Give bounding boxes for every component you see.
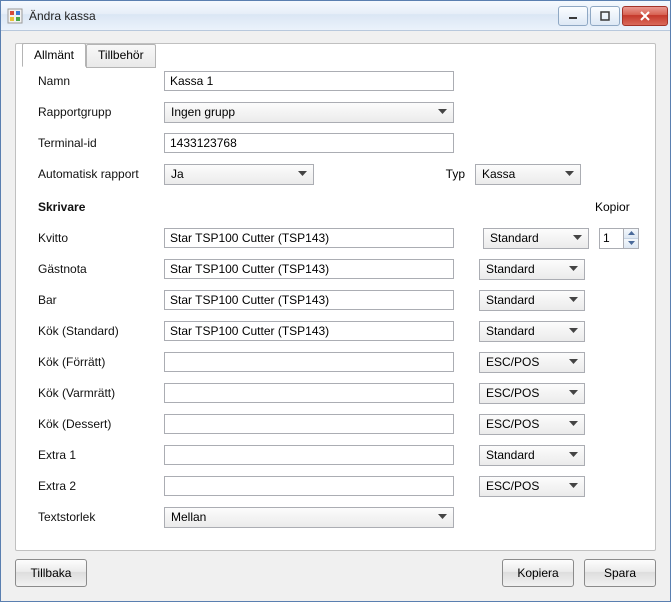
tab-panel: Allmänt Tillbehör Namn Rapportgrupp Inge…: [15, 43, 656, 551]
label-kitchen-std: Kök (Standard): [38, 324, 154, 338]
label-bar: Bar: [38, 293, 154, 307]
chevron-down-icon: [434, 509, 451, 526]
titlebar: Ändra kassa: [1, 1, 670, 31]
kitchen-starter-device-input[interactable]: [164, 352, 454, 372]
label-kitchen-main: Kök (Varmrätt): [38, 386, 154, 400]
label-extra1: Extra 1: [38, 448, 154, 462]
report-group-value: Ingen grupp: [171, 105, 434, 119]
guestnote-format-select[interactable]: Standard: [479, 259, 585, 280]
kitchen-dessert-device-input[interactable]: [164, 414, 454, 434]
kitchen-dessert-format-select[interactable]: ESC/POS: [479, 414, 585, 435]
close-button[interactable]: [622, 6, 668, 26]
label-terminal-id: Terminal-id: [38, 136, 154, 150]
spinner-down-icon[interactable]: [624, 239, 638, 248]
kitchen-std-format-select[interactable]: Standard: [479, 321, 585, 342]
label-textsize: Textstorlek: [38, 510, 154, 524]
label-name: Namn: [38, 74, 154, 88]
kitchen-main-device-input[interactable]: [164, 383, 454, 403]
chevron-down-icon: [565, 416, 582, 433]
client-area: Allmänt Tillbehör Namn Rapportgrupp Inge…: [1, 31, 670, 601]
chevron-down-icon: [294, 166, 311, 183]
extra2-device-input[interactable]: [164, 476, 454, 496]
form: Namn Rapportgrupp Ingen grupp Terminal-i…: [38, 70, 639, 528]
auto-report-select[interactable]: Ja: [164, 164, 314, 185]
chevron-down-icon: [565, 385, 582, 402]
tab-accessories[interactable]: Tillbehör: [86, 44, 156, 68]
terminal-id-input[interactable]: [164, 133, 454, 153]
extra1-format-select[interactable]: Standard: [479, 445, 585, 466]
chevron-down-icon: [434, 104, 451, 121]
kitchen-std-device-input[interactable]: [164, 321, 454, 341]
receipt-device-input[interactable]: [164, 228, 454, 248]
label-auto-report: Automatisk rapport: [38, 167, 154, 181]
label-type: Typ: [437, 167, 465, 181]
label-guestnote: Gästnota: [38, 262, 154, 276]
guestnote-device-input[interactable]: [164, 259, 454, 279]
minimize-button[interactable]: [558, 6, 588, 26]
chevron-down-icon: [565, 447, 582, 464]
window-controls: [558, 6, 668, 26]
label-report-group: Rapportgrupp: [38, 105, 154, 119]
spinner-up-icon[interactable]: [624, 229, 638, 239]
label-printers: Skrivare: [38, 200, 154, 214]
chevron-down-icon: [561, 166, 578, 183]
report-group-select[interactable]: Ingen grupp: [164, 102, 454, 123]
name-input[interactable]: [164, 71, 454, 91]
kitchen-main-format-select[interactable]: ESC/POS: [479, 383, 585, 404]
type-select[interactable]: Kassa: [475, 164, 581, 185]
chevron-down-icon: [565, 323, 582, 340]
kopior-spinner[interactable]: [599, 228, 639, 249]
button-row: Tillbaka Kopiera Spara: [15, 559, 656, 587]
label-extra2: Extra 2: [38, 479, 154, 493]
chevron-down-icon: [565, 478, 582, 495]
chevron-down-icon: [569, 230, 586, 247]
textsize-select[interactable]: Mellan: [164, 507, 454, 528]
chevron-down-icon: [565, 292, 582, 309]
extra2-format-select[interactable]: ESC/POS: [479, 476, 585, 497]
label-kopior: Kopior: [595, 200, 639, 214]
back-button[interactable]: Tillbaka: [15, 559, 87, 587]
label-kitchen-starter: Kök (Förrätt): [38, 355, 154, 369]
kitchen-starter-format-select[interactable]: ESC/POS: [479, 352, 585, 373]
bar-format-select[interactable]: Standard: [479, 290, 585, 311]
label-receipt: Kvitto: [38, 231, 154, 245]
kopior-input[interactable]: [599, 228, 623, 249]
app-icon: [7, 8, 23, 24]
type-value: Kassa: [482, 167, 561, 181]
extra1-device-input[interactable]: [164, 445, 454, 465]
window-title: Ändra kassa: [29, 9, 558, 23]
chevron-down-icon: [565, 261, 582, 278]
chevron-down-icon: [565, 354, 582, 371]
label-kitchen-dessert: Kök (Dessert): [38, 417, 154, 431]
tab-general[interactable]: Allmänt: [22, 43, 86, 67]
save-button[interactable]: Spara: [584, 559, 656, 587]
window: Ändra kassa Allmänt Tillbehör Namn: [0, 0, 671, 602]
bar-device-input[interactable]: [164, 290, 454, 310]
maximize-button[interactable]: [590, 6, 620, 26]
copy-button[interactable]: Kopiera: [502, 559, 574, 587]
auto-report-value: Ja: [171, 167, 294, 181]
tab-strip: Allmänt Tillbehör: [22, 43, 156, 67]
receipt-format-select[interactable]: Standard: [483, 228, 589, 249]
